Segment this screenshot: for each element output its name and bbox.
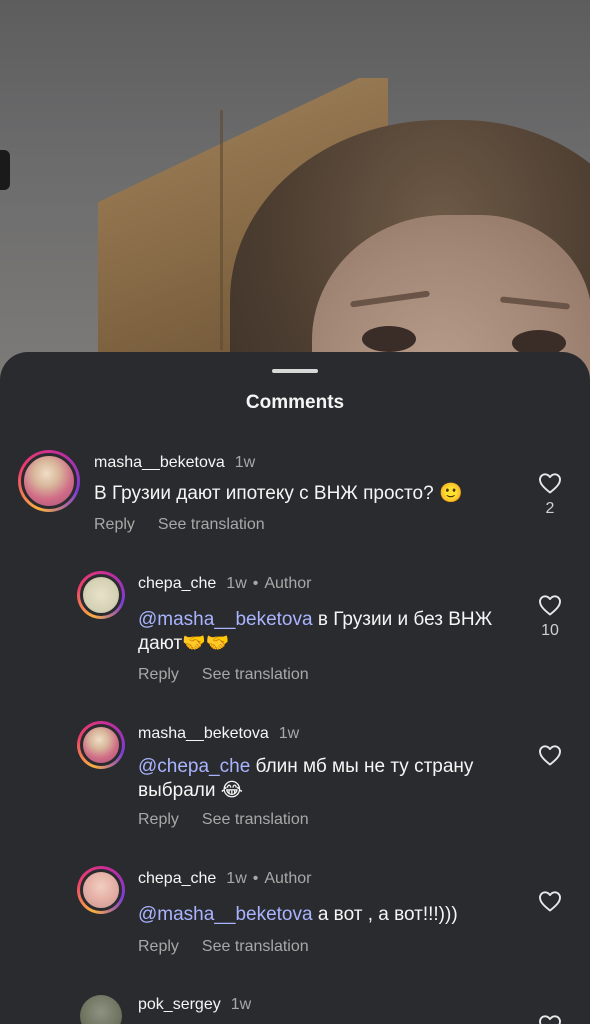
username[interactable]: masha__beketova — [138, 725, 269, 743]
see-translation-button[interactable]: See translation — [202, 938, 309, 956]
drag-handle[interactable] — [272, 369, 318, 373]
see-translation-button[interactable]: See translation — [158, 516, 265, 534]
sheet-title: Comments — [245, 392, 345, 413]
reply-button[interactable]: Reply — [138, 811, 179, 829]
separator-dot: • — [252, 575, 259, 592]
timestamp: 1w — [234, 454, 256, 471]
author-badge: Author — [264, 870, 312, 887]
comment-text: @chepa_che блин мб мы не ту страну выбра… — [138, 756, 474, 801]
mention-link[interactable]: @chepa_che — [138, 756, 250, 777]
username[interactable]: chepa_che — [138, 870, 216, 888]
avatar[interactable] — [77, 721, 125, 769]
heart-outline-icon — [539, 1015, 561, 1024]
like-button[interactable]: 2 — [537, 472, 563, 518]
avatar[interactable] — [77, 571, 125, 619]
avatar[interactable] — [18, 450, 80, 512]
like-button[interactable] — [537, 890, 563, 912]
avatar[interactable] — [80, 995, 122, 1024]
timestamp: 1w — [278, 725, 300, 742]
like-count: 10 — [541, 622, 559, 639]
person-eye — [362, 326, 416, 352]
timestamp: 1w — [226, 575, 247, 592]
heart-outline-icon — [539, 473, 561, 494]
heart-outline-icon — [539, 891, 561, 912]
timestamp: 1w — [230, 996, 252, 1013]
like-count: 2 — [545, 500, 555, 517]
separator-dot: • — [252, 870, 259, 887]
username[interactable]: masha__beketova — [94, 454, 225, 472]
comments-sheet: Comments masha__beketova 1w В Грузии даю… — [0, 352, 590, 1024]
see-translation-button[interactable]: See translation — [202, 811, 309, 829]
comment-text: @masha__beketova а вот , а вот!!!))) — [138, 904, 458, 925]
like-button[interactable] — [537, 744, 563, 766]
like-button[interactable]: 10 — [537, 594, 563, 640]
reply-button[interactable]: Reply — [138, 938, 179, 956]
reply-button[interactable]: Reply — [94, 516, 135, 534]
mention-link[interactable]: @masha__beketova — [138, 904, 313, 925]
heart-outline-icon — [539, 595, 561, 616]
mention-link[interactable]: @masha__beketova — [138, 609, 313, 630]
heart-outline-icon — [539, 745, 561, 766]
video-background — [0, 0, 590, 380]
comment-text: В Грузии дают ипотеку с ВНЖ просто? 🙂 — [94, 483, 463, 504]
author-badge: Author — [264, 575, 312, 592]
username[interactable]: chepa_che — [138, 575, 216, 593]
avatar[interactable] — [77, 866, 125, 914]
reply-button[interactable]: Reply — [138, 666, 179, 684]
lamp-image — [0, 150, 10, 190]
see-translation-button[interactable]: See translation — [202, 666, 309, 684]
comment-text: @masha__beketova в Грузии и без ВНЖ дают… — [138, 609, 493, 654]
timestamp: 1w — [226, 870, 247, 887]
username[interactable]: pok_sergey — [138, 996, 221, 1014]
like-button[interactable] — [537, 1014, 563, 1024]
